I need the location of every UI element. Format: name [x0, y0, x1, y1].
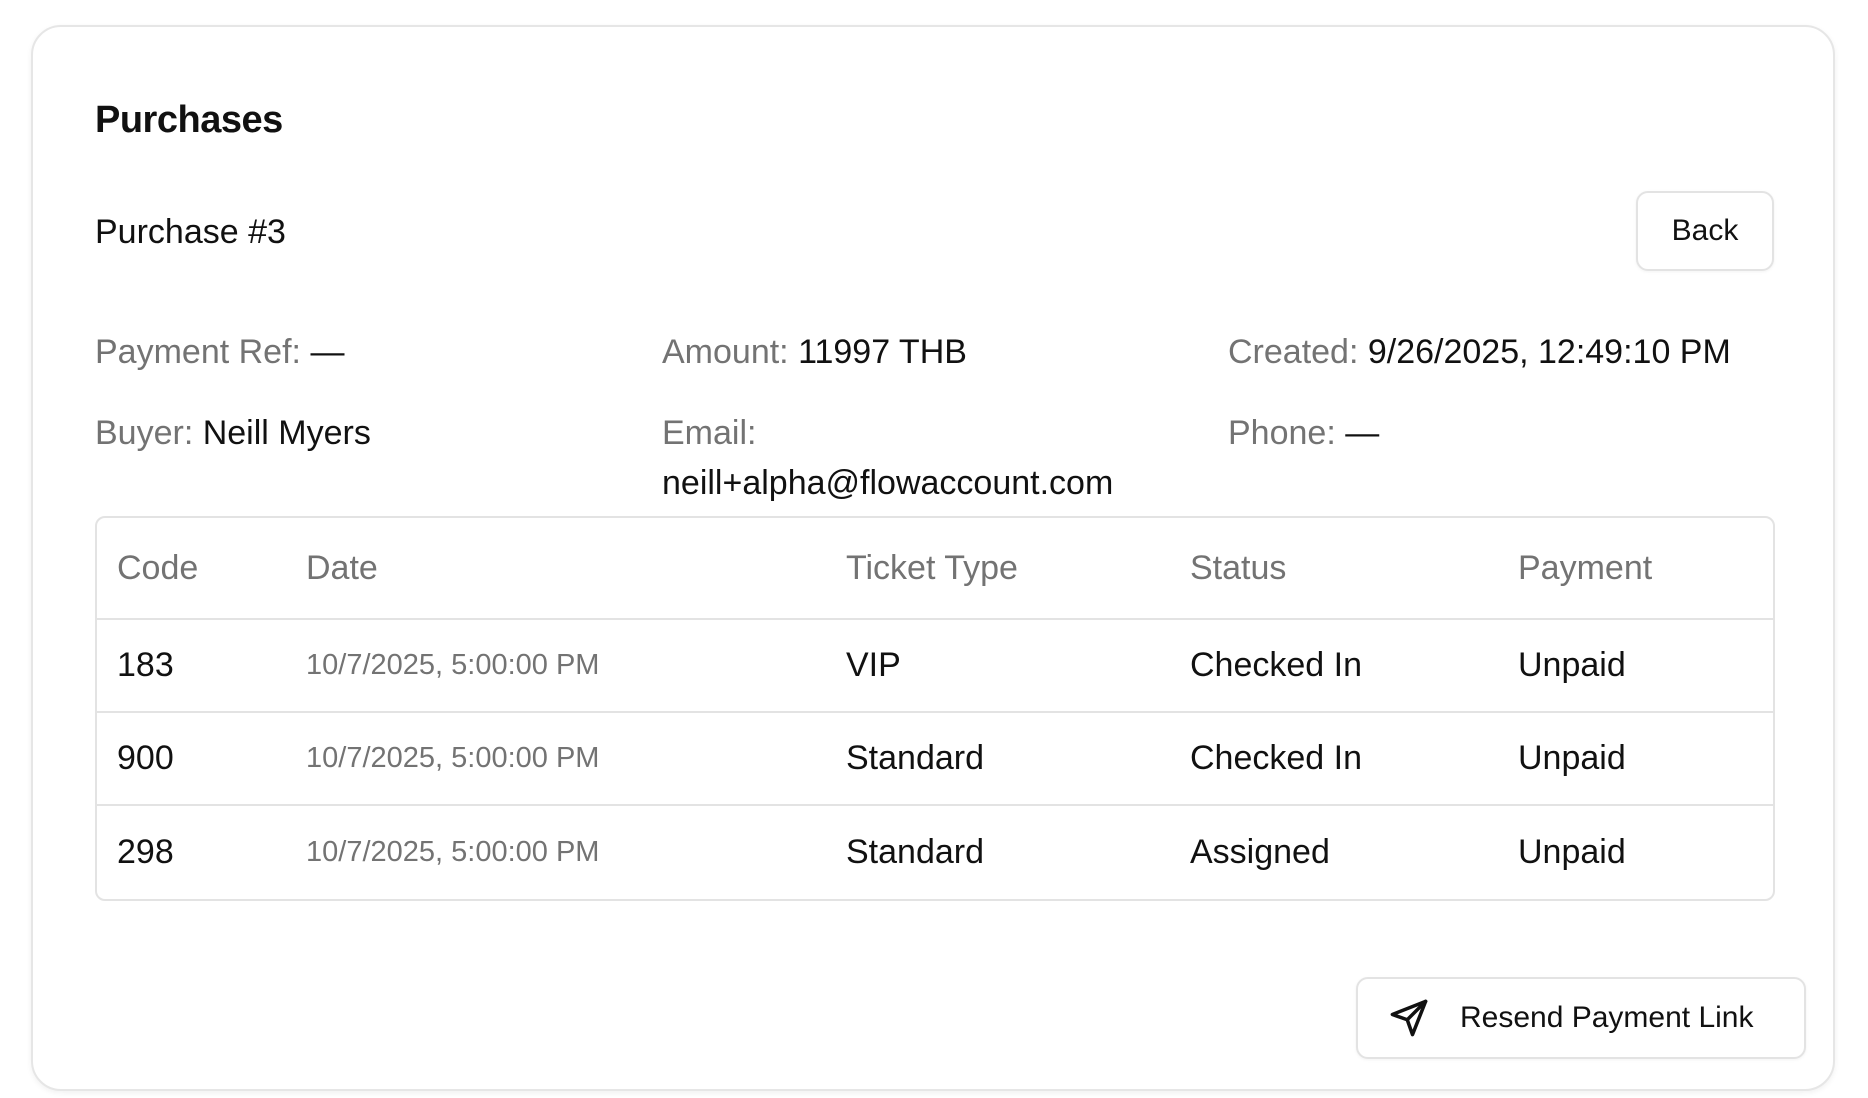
column-header-status: Status — [1190, 548, 1287, 587]
back-button[interactable]: Back — [1636, 191, 1774, 271]
buyer-field: Buyer: Neill Myers — [95, 408, 371, 458]
ticket-type: Standard — [846, 833, 984, 871]
ticket-status: Checked In — [1190, 739, 1362, 777]
purchase-card: Purchases Purchase #3 Back Payment Ref: … — [31, 25, 1835, 1091]
ticket-code: 183 — [117, 646, 174, 684]
email-value: neill+alpha@flowaccount.com — [662, 464, 1114, 502]
ticket-date: 10/7/2025, 5:00:00 PM — [306, 742, 600, 774]
ticket-date: 10/7/2025, 5:00:00 PM — [306, 649, 600, 681]
email-field: Email: neill+alpha@flowaccount.com — [662, 408, 1182, 508]
ticket-code: 900 — [117, 739, 174, 777]
column-header-code: Code — [117, 548, 199, 587]
column-header-ticket-type: Ticket Type — [846, 548, 1018, 587]
table-row: 900 10/7/2025, 5:00:00 PM Standard Check… — [97, 713, 1773, 806]
phone-field: Phone: — — [1228, 408, 1379, 458]
ticket-date: 10/7/2025, 5:00:00 PM — [306, 836, 600, 868]
amount-label: Amount: — [662, 333, 789, 371]
table-row: 298 10/7/2025, 5:00:00 PM Standard Assig… — [97, 806, 1773, 899]
phone-label: Phone: — [1228, 414, 1336, 452]
ticket-payment: Unpaid — [1518, 646, 1626, 684]
resend-button-label: Resend Payment Link — [1460, 1001, 1754, 1034]
page-title: Purchases — [95, 99, 283, 141]
ticket-type: Standard — [846, 739, 984, 777]
send-icon — [1388, 997, 1430, 1039]
amount-value: 11997 THB — [798, 333, 967, 371]
ticket-status: Assigned — [1190, 833, 1330, 871]
created-field: Created: 9/26/2025, 12:49:10 PM — [1228, 327, 1731, 377]
column-header-date: Date — [306, 548, 378, 587]
amount-field: Amount: 11997 THB — [662, 327, 967, 377]
email-label: Email: — [662, 414, 757, 452]
payment-ref-label: Payment Ref: — [95, 333, 301, 371]
buyer-label: Buyer: — [95, 414, 194, 452]
ticket-type: VIP — [846, 646, 901, 684]
purchase-title: Purchase #3 — [95, 213, 286, 251]
column-header-payment: Payment — [1518, 548, 1653, 587]
payment-ref-value: — — [310, 333, 345, 371]
table-header-row: Code Date Ticket Type Status Payment — [97, 518, 1773, 620]
buyer-value: Neill Myers — [202, 414, 371, 452]
tickets-table: Code Date Ticket Type Status Payment 183… — [95, 516, 1775, 901]
ticket-payment: Unpaid — [1518, 739, 1626, 777]
table-row: 183 10/7/2025, 5:00:00 PM VIP Checked In… — [97, 620, 1773, 713]
ticket-code: 298 — [117, 833, 174, 871]
ticket-status: Checked In — [1190, 646, 1362, 684]
created-value: 9/26/2025, 12:49:10 PM — [1367, 333, 1731, 371]
phone-value: — — [1345, 414, 1380, 452]
payment-ref-field: Payment Ref: — — [95, 327, 344, 377]
ticket-payment: Unpaid — [1518, 833, 1626, 871]
created-label: Created: — [1228, 333, 1359, 371]
resend-payment-link-button[interactable]: Resend Payment Link — [1356, 977, 1806, 1059]
